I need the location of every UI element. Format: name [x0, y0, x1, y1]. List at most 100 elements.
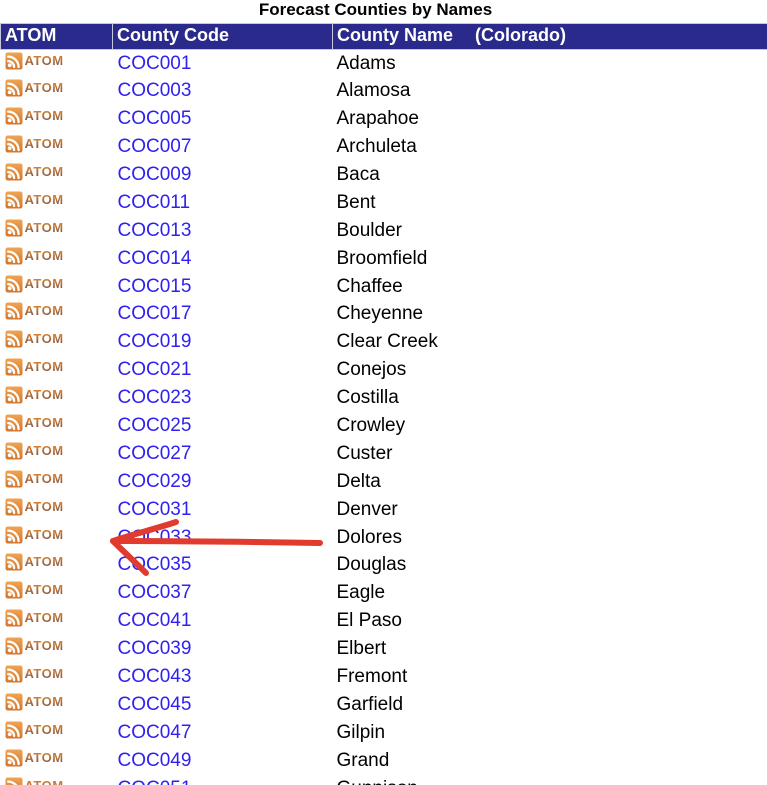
column-header-county-name[interactable]: County Name (Colorado) [332, 23, 767, 50]
county-name-text: Bent [336, 191, 376, 213]
cell-atom: ATOM [1, 635, 113, 663]
atom-feed-link[interactable]: ATOM [5, 414, 64, 432]
county-code-link[interactable]: COC001 [118, 53, 192, 74]
atom-feed-link[interactable]: ATOM [5, 107, 64, 125]
rss-feed-icon [5, 219, 22, 237]
county-code-link[interactable]: COC013 [118, 220, 192, 241]
atom-feed-link[interactable]: ATOM [5, 470, 64, 488]
county-code-link[interactable]: COC041 [118, 610, 192, 631]
county-name-text: Alamosa [336, 80, 411, 102]
atom-feed-link[interactable]: ATOM [5, 135, 64, 153]
county-code-link[interactable]: COC045 [118, 694, 192, 715]
column-header-county-code[interactable]: County Code [112, 23, 333, 50]
county-code-link[interactable]: COC033 [118, 527, 192, 548]
cell-county-code: COC005 [113, 105, 333, 133]
cell-county-code: COC049 [113, 747, 333, 775]
county-name-text: El Paso [336, 610, 402, 632]
county-code-link[interactable]: COC051 [118, 778, 192, 785]
county-name-text: Boulder [336, 219, 403, 241]
atom-feed-link[interactable]: ATOM [5, 777, 64, 785]
atom-feed-link[interactable]: ATOM [5, 749, 64, 767]
cell-county-name: Arapahoe [333, 105, 767, 133]
cell-county-name: Garfield [333, 691, 767, 719]
county-code-link[interactable]: COC003 [118, 80, 192, 101]
cell-atom: ATOM [1, 301, 113, 329]
county-code-link[interactable]: COC025 [118, 415, 192, 436]
county-name-text: Arapahoe [336, 108, 419, 130]
atom-feed-link[interactable]: ATOM [5, 191, 64, 209]
table-row: ATOM COC029 Delta [1, 468, 767, 496]
cell-county-name: Gunnison [333, 775, 767, 785]
atom-feed-label: ATOM [24, 666, 64, 682]
atom-feed-label: ATOM [24, 638, 64, 654]
county-code-link[interactable]: COC049 [118, 750, 192, 771]
county-code-link[interactable]: COC015 [118, 276, 192, 297]
cell-county-name: Delta [333, 468, 767, 496]
atom-feed-link[interactable]: ATOM [5, 553, 64, 571]
county-name-text: Custer [336, 442, 393, 464]
atom-feed-link[interactable]: ATOM [5, 581, 64, 599]
cell-atom: ATOM [1, 412, 113, 440]
atom-feed-link[interactable]: ATOM [5, 52, 64, 70]
county-code-link[interactable]: COC014 [118, 248, 192, 269]
atom-feed-label: ATOM [24, 136, 64, 152]
county-code-link[interactable]: COC037 [118, 582, 192, 603]
column-header-atom[interactable]: ATOM [0, 23, 113, 50]
cell-county-code: COC027 [113, 440, 333, 468]
atom-feed-link[interactable]: ATOM [5, 358, 64, 376]
county-code-link[interactable]: COC007 [118, 136, 192, 157]
atom-feed-link[interactable]: ATOM [5, 163, 64, 181]
county-code-link[interactable]: COC047 [118, 722, 192, 743]
table-row: ATOM COC011 Bent [1, 189, 767, 217]
county-code-link[interactable]: COC027 [118, 443, 192, 464]
county-code-link[interactable]: COC017 [118, 303, 192, 324]
county-code-link[interactable]: COC023 [118, 387, 192, 408]
atom-feed-label: ATOM [24, 749, 64, 765]
cell-county-name: Costilla [333, 384, 767, 412]
county-code-link[interactable]: COC035 [118, 554, 192, 575]
cell-atom: ATOM [1, 663, 113, 691]
rss-feed-icon [5, 581, 22, 599]
atom-feed-link[interactable]: ATOM [5, 275, 64, 293]
atom-feed-link[interactable]: ATOM [5, 665, 64, 683]
rss-feed-icon [5, 777, 22, 785]
atom-feed-link[interactable]: ATOM [5, 247, 64, 265]
atom-feed-label: ATOM [24, 387, 64, 403]
rss-feed-icon [5, 52, 22, 70]
county-code-link[interactable]: COC005 [118, 108, 192, 129]
atom-feed-link[interactable]: ATOM [5, 498, 64, 516]
rss-feed-icon [5, 749, 22, 767]
table-row: ATOM COC039 Elbert [1, 635, 767, 663]
county-name-text: Garfield [336, 693, 404, 715]
table-row: ATOM COC023 Costilla [1, 384, 767, 412]
county-code-link[interactable]: COC019 [118, 331, 192, 352]
atom-feed-link[interactable]: ATOM [5, 330, 64, 348]
atom-feed-link[interactable]: ATOM [5, 219, 64, 237]
rss-feed-icon [5, 470, 22, 488]
cell-atom: ATOM [1, 217, 113, 245]
county-code-link[interactable]: COC021 [118, 359, 192, 380]
atom-feed-link[interactable]: ATOM [5, 693, 64, 711]
rss-feed-icon [5, 442, 22, 460]
county-code-link[interactable]: COC043 [118, 666, 192, 687]
atom-feed-link[interactable]: ATOM [5, 442, 64, 460]
column-header-state-label: (Colorado) [475, 25, 566, 45]
rss-feed-icon [5, 191, 22, 209]
cell-county-code: COC043 [113, 663, 333, 691]
county-name-text: Elbert [336, 638, 387, 660]
county-code-link[interactable]: COC029 [118, 471, 192, 492]
atom-feed-label: ATOM [24, 359, 64, 375]
atom-feed-link[interactable]: ATOM [5, 721, 64, 739]
atom-feed-link[interactable]: ATOM [5, 609, 64, 627]
atom-feed-link[interactable]: ATOM [5, 526, 64, 544]
atom-feed-link[interactable]: ATOM [5, 79, 64, 97]
county-code-link[interactable]: COC011 [118, 192, 191, 213]
cell-atom: ATOM [1, 747, 113, 775]
county-code-link[interactable]: COC009 [118, 164, 192, 185]
county-code-link[interactable]: COC039 [118, 638, 192, 659]
atom-feed-link[interactable]: ATOM [5, 386, 64, 404]
atom-feed-link[interactable]: ATOM [5, 637, 64, 655]
atom-feed-link[interactable]: ATOM [5, 302, 64, 320]
county-code-link[interactable]: COC031 [118, 499, 192, 520]
table-row: ATOM COC051 Gunnison [1, 775, 767, 785]
